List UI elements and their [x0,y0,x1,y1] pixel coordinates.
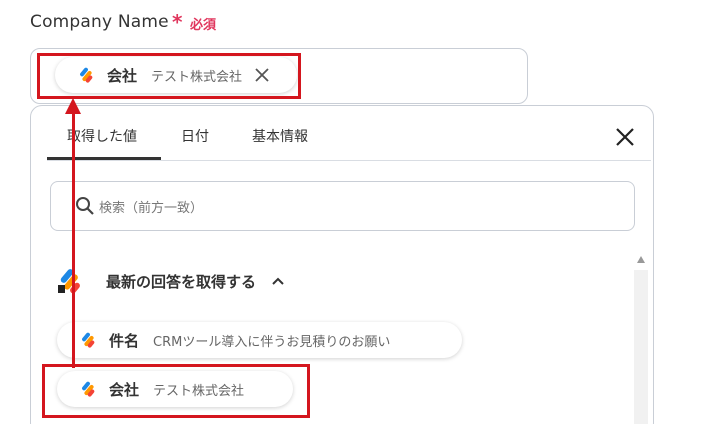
item-key: 件名 [109,331,140,350]
required-star: * [172,10,183,34]
search-placeholder: 検索（前方一致） [99,200,204,216]
scrollbar[interactable] [634,270,648,424]
highlight-box-source [42,364,310,418]
tab-fetched-values[interactable]: 取得した値 [67,126,137,146]
tab-divider [47,160,651,161]
app-logo-icon [82,332,95,348]
field-label: Company Name [30,12,169,32]
highlight-box-selected [37,53,301,99]
section-title: 最新の回答を取得する [106,272,257,291]
section-latest-response[interactable]: 最新の回答を取得する [56,266,286,296]
annotation-arrow-head [65,98,81,114]
required-badge: 必須 [190,18,217,33]
scroll-up-arrow[interactable] [637,256,645,263]
tab-basic-info[interactable]: 基本情報 [252,126,308,146]
tab-date[interactable]: 日付 [181,126,209,146]
search-icon [76,197,94,215]
search-input[interactable]: 検索（前方一致） [50,181,635,231]
item-value: CRMツール導入に伴うお見積りのお願い [153,334,391,350]
list-item[interactable]: 件名 CRMツール導入に伴うお見積りのお願い [57,322,462,358]
close-icon[interactable] [613,125,637,149]
chevron-up-icon[interactable] [270,273,286,289]
annotation-arrow-line [72,112,75,368]
app-logo-icon [58,269,80,294]
